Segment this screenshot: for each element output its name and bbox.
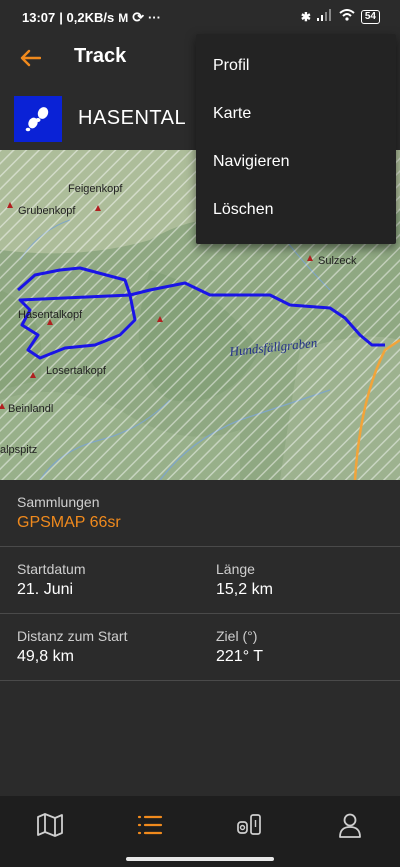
menu-item-navigieren[interactable]: Navigieren: [196, 138, 396, 186]
track-info: Sammlungen GPSMAP 66sr Startdatum 21. Ju…: [0, 480, 400, 681]
nav-list[interactable]: [130, 810, 170, 840]
profile-icon: [339, 813, 361, 838]
distance-target-row: Distanz zum Start 49,8 km Ziel (°) 221° …: [0, 614, 400, 681]
wifi-icon: [339, 9, 355, 24]
collections-row[interactable]: Sammlungen GPSMAP 66sr: [0, 480, 400, 547]
status-speed: | 0,2KB/s: [59, 10, 115, 25]
menu-item-loeschen[interactable]: Löschen: [196, 186, 396, 234]
distance-label: Distanz zum Start: [17, 628, 128, 644]
signal-icon: [316, 9, 333, 24]
map-label-hasentalkopf: Hasentalkopf: [18, 309, 83, 321]
nav-devices[interactable]: [230, 810, 270, 840]
arrow-left-icon: [20, 49, 41, 67]
menu-item-profil[interactable]: Profil: [196, 42, 396, 90]
page-title: Track: [74, 45, 127, 67]
battery-icon: 54: [360, 9, 380, 24]
device-icon: [237, 814, 261, 835]
map-label-losertalkopf: Losertalkopf: [46, 365, 107, 377]
target-label: Ziel (°): [216, 628, 258, 644]
footprints-icon: [14, 96, 62, 142]
map-label-beinlandl: Beinlandl: [8, 403, 53, 415]
status-time: 13:07: [22, 10, 56, 25]
collections-value[interactable]: GPSMAP 66sr: [17, 514, 121, 532]
list-icon: [137, 815, 163, 835]
collections-label: Sammlungen: [17, 494, 100, 510]
menu-item-karte[interactable]: Karte: [196, 90, 396, 138]
length-label: Länge: [216, 561, 255, 577]
more-icon: ···: [147, 10, 161, 25]
sync-icon: ⟳: [132, 9, 144, 25]
track-name: HASENTAL: [78, 107, 187, 129]
nav-profile[interactable]: [330, 810, 370, 840]
bluetooth-icon: ✱: [300, 9, 311, 24]
target-value: 221° T: [216, 648, 264, 665]
length-value: 15,2 km: [216, 581, 273, 598]
gmail-icon: M: [118, 10, 129, 25]
back-button[interactable]: [14, 42, 46, 74]
start-date-value: 21. Juni: [17, 581, 74, 598]
map-label-feigenkopf: Feigenkopf: [68, 183, 123, 195]
distance-value: 49,8 km: [17, 648, 74, 665]
map-label-sulzeck: Sulzeck: [318, 255, 357, 267]
map-label-grubenkopf: Grubenkopf: [18, 205, 76, 217]
map-label-alpspitz: alpspitz: [0, 444, 37, 456]
map-icon: [37, 813, 63, 837]
overflow-menu: Profil Karte Navigieren Löschen: [196, 34, 396, 244]
date-length-row: Startdatum 21. Juni Länge 15,2 km: [0, 547, 400, 614]
start-date-label: Startdatum: [17, 561, 86, 577]
nav-map[interactable]: [30, 810, 70, 840]
home-indicator[interactable]: [126, 857, 274, 861]
status-bar: 13:07 | 0,2KB/s M ⟳ ··· ✱ 54: [0, 0, 400, 34]
